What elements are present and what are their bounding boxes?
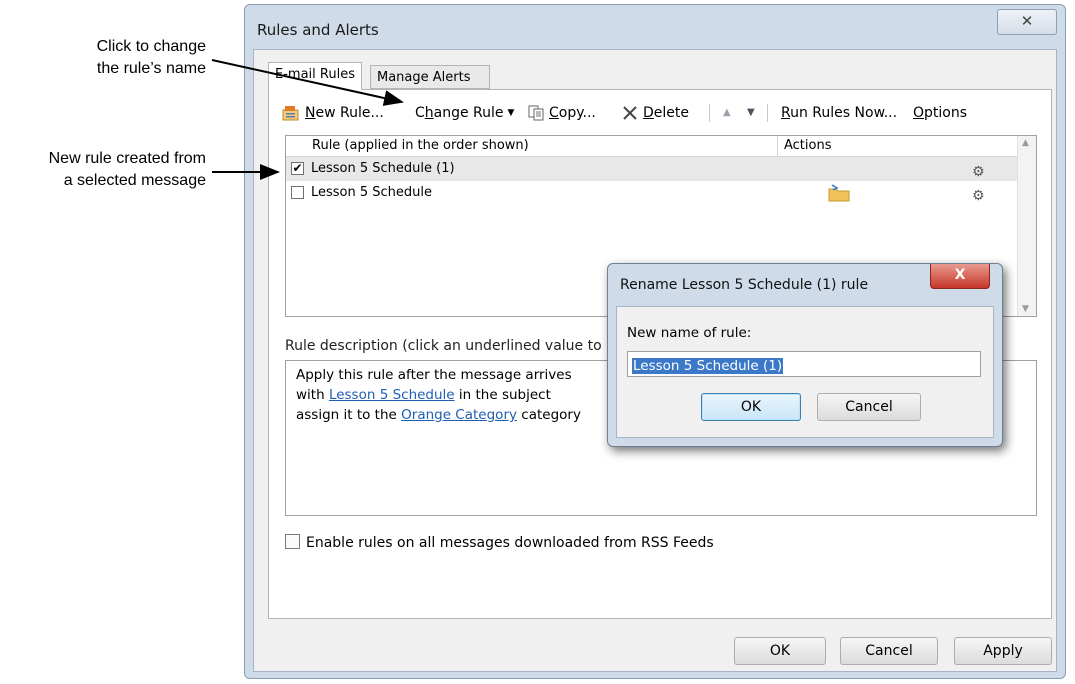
cancel-button[interactable]: Cancel xyxy=(840,637,938,665)
rule-description-label: Rule description (click an underlined va… xyxy=(285,338,602,354)
callout-line: Click to change xyxy=(96,38,206,55)
rule-options-icon: ⚙ xyxy=(972,188,985,204)
rss-label: Enable rules on all messages downloaded … xyxy=(306,535,714,551)
selected-text: Lesson 5 Schedule (1) xyxy=(632,358,784,374)
dropdown-arrow-icon: ▼ xyxy=(507,108,515,118)
rename-ok-button[interactable]: OK xyxy=(701,393,801,421)
callout-line: New rule created from xyxy=(48,150,206,167)
column-header-rule[interactable]: Rule (applied in the order shown) xyxy=(306,136,778,156)
scroll-down-icon[interactable]: ▼ xyxy=(1022,304,1029,314)
options-button[interactable]: Options xyxy=(913,102,967,124)
rename-close-button[interactable]: X xyxy=(930,264,990,289)
tab-email-rules[interactable]: E-mail Rules xyxy=(268,62,362,90)
toolbar-separator xyxy=(767,104,768,122)
rule-row[interactable]: Lesson 5 Schedule ⚙ xyxy=(286,181,1018,205)
options-label: Options xyxy=(913,105,968,121)
close-icon: ✕ xyxy=(1020,12,1034,30)
new-name-label: New name of rule: xyxy=(627,325,752,341)
copy-label: Copy... xyxy=(549,105,596,121)
delete-label: Delete xyxy=(643,105,689,121)
callout-line: a selected message xyxy=(63,172,206,189)
rss-rules-option[interactable]: Enable rules on all messages downloaded … xyxy=(285,534,714,551)
change-rule-button[interactable]: Change Rule ▼ xyxy=(415,102,514,124)
rule-name: Lesson 5 Schedule xyxy=(311,185,433,200)
subject-link[interactable]: Lesson 5 Schedule xyxy=(329,387,455,403)
copy-button[interactable]: Copy... xyxy=(527,102,596,124)
change-rule-label: Change Rule xyxy=(415,105,504,121)
rename-cancel-button[interactable]: Cancel xyxy=(817,393,921,421)
dialog-title: Rules and Alerts xyxy=(257,21,379,39)
callout-new-rule: New rule created from a selected message xyxy=(0,148,206,192)
rss-checkbox[interactable] xyxy=(285,534,300,549)
new-rule-label: New Rule... xyxy=(305,105,384,121)
callout-change-rule-name: Click to change the rule’s name xyxy=(0,36,206,80)
ok-button[interactable]: OK xyxy=(734,637,826,665)
close-button[interactable]: ✕ xyxy=(997,9,1057,35)
scroll-up-icon[interactable]: ▲ xyxy=(1022,138,1029,148)
delete-icon xyxy=(623,106,637,120)
new-rule-button[interactable]: New Rule... xyxy=(281,102,384,124)
delete-button[interactable]: Delete xyxy=(621,102,689,124)
toolbar-separator xyxy=(709,104,710,122)
move-to-folder-icon xyxy=(828,184,850,202)
close-icon: X xyxy=(954,267,966,283)
apply-button[interactable]: Apply xyxy=(954,637,1052,665)
category-link[interactable]: Orange Category xyxy=(401,407,517,423)
column-header-actions[interactable]: Actions xyxy=(778,136,1018,156)
rule-name-input[interactable]: Lesson 5 Schedule (1) xyxy=(627,351,981,377)
rule-name: Lesson 5 Schedule (1) xyxy=(311,161,455,176)
move-down-icon[interactable]: ▼ xyxy=(747,102,755,124)
rule-row[interactable]: ✔ Lesson 5 Schedule (1) ⚙ xyxy=(286,157,1018,181)
copy-icon xyxy=(528,105,544,121)
rename-dialog-title: Rename Lesson 5 Schedule (1) rule xyxy=(620,277,869,293)
list-header: Rule (applied in the order shown) Action… xyxy=(286,136,1018,157)
tab-manage-alerts[interactable]: Manage Alerts xyxy=(370,65,490,89)
new-rule-icon xyxy=(282,106,299,121)
scrollbar[interactable]: ▲ ▼ xyxy=(1017,136,1036,316)
rule-enabled-checkbox[interactable] xyxy=(291,186,304,199)
run-rules-now-label: Run Rules Now... xyxy=(781,105,898,121)
callout-line: the rule’s name xyxy=(96,60,206,77)
rename-dialog-body: New name of rule: Lesson 5 Schedule (1) … xyxy=(616,306,994,438)
rename-rule-dialog: Rename Lesson 5 Schedule (1) rule X New … xyxy=(607,263,1003,447)
run-rules-now-button[interactable]: Run Rules Now... xyxy=(781,102,897,124)
move-up-icon[interactable]: ▲ xyxy=(723,102,731,124)
rule-enabled-checkbox[interactable]: ✔ xyxy=(291,162,304,175)
